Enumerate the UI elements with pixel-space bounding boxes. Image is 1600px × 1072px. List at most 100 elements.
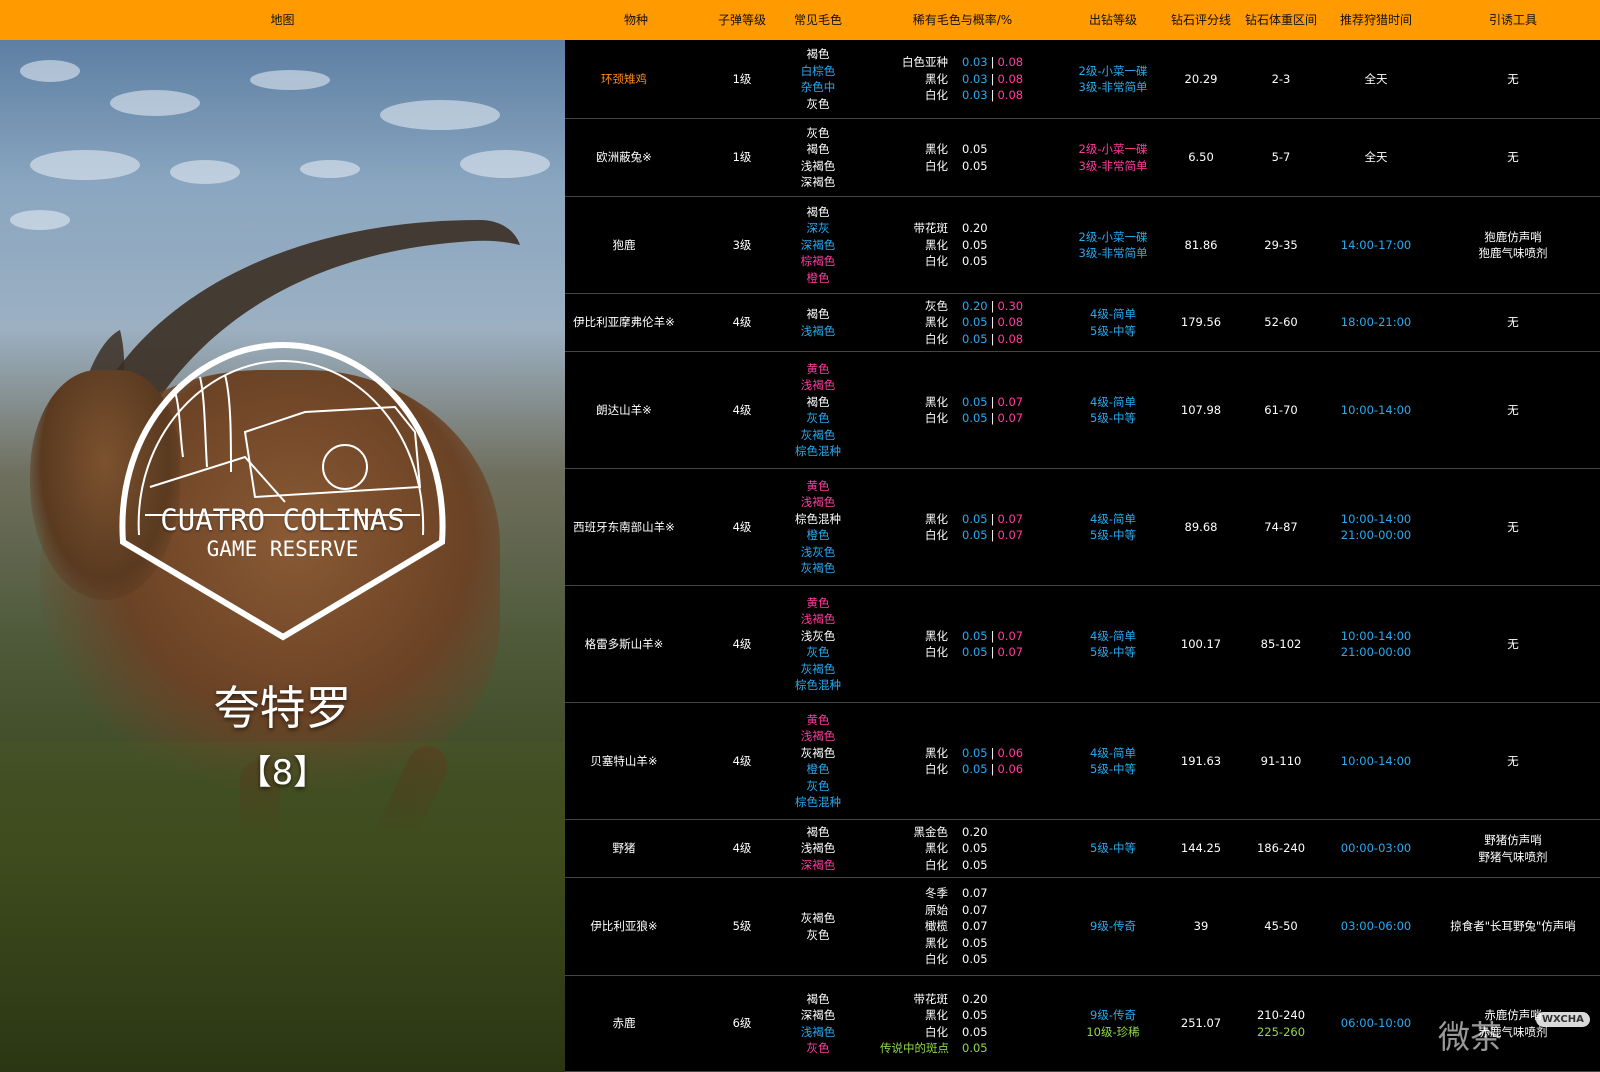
table-row: 贝塞特山羊※ 4级 黄色 浅褐色 灰褐色 橙色 灰色 棕色混种 黑化 0.05 | 0.06 白化 0.0…	[565, 703, 1600, 820]
rare-fur-values: 0.20 | 0.30	[962, 298, 1023, 315]
rare-fur-item: 白化 0.05 | 0.08	[880, 331, 1045, 348]
diamond-level: 4级-简单	[1090, 745, 1136, 760]
cell-weight: 186-240	[1241, 820, 1321, 877]
common-fur-item: 灰褐色	[800, 561, 836, 575]
common-fur-item: 黄色	[806, 595, 830, 610]
table-row: 朗达山羊※ 4级 黄色 浅褐色 褐色 灰色 灰褐色 棕色混种 黑化 0.05 | 0.07 白化 0.05…	[565, 352, 1600, 469]
header-hunt-time: 推荐狩猎时间	[1339, 13, 1412, 27]
value-separator: |	[990, 331, 995, 346]
rare-fur-name: 黑化	[925, 237, 948, 252]
rare-fur-values: 0.07	[962, 885, 988, 902]
cell-ammo: 4级	[706, 820, 778, 877]
cell-ammo: 6级	[706, 976, 778, 1071]
table-row: 环颈雉鸡 1级 褐色 白棕色 杂色中 灰色 白色亚种 0.03 | 0.08 黑化 0.03 | 0.08…	[565, 40, 1600, 119]
rare-fur-probability: 0.07	[962, 919, 988, 934]
cell-lure: 无	[1426, 703, 1600, 819]
diamond-score: 100.17	[1180, 636, 1222, 651]
cell-time: 18:00-21:00	[1326, 294, 1426, 351]
value-separator: |	[990, 88, 995, 103]
cell-weight: 91-110	[1241, 703, 1321, 819]
rare-fur-name: 黑化	[925, 142, 948, 156]
rare-fur-name: 白化	[925, 528, 948, 542]
rare-fur-name: 带花斑	[913, 221, 949, 236]
value-separator: |	[990, 745, 995, 760]
cell-ammo: 5级	[706, 878, 778, 975]
header-map: 地图	[270, 13, 295, 27]
rare-fur-probability: 0.07	[997, 511, 1024, 526]
rare-fur-values: 0.05	[962, 951, 988, 968]
header-common-fur: 常见毛色	[793, 13, 842, 27]
cell-rare: 带花斑 0.20 黑化 0.05 白化 0.05	[880, 197, 1045, 293]
cell-level: 4级-简单 5级-中等	[1065, 352, 1161, 468]
diamond-level: 10级-珍稀	[1086, 1024, 1140, 1039]
rare-fur-probability: 0.07	[997, 628, 1024, 643]
table-row: 伊比利亚摩弗伦羊※ 4级 褐色 浅褐色 灰色 0.20 | 0.30 黑化 0.05 | 0.08 白化…	[565, 294, 1600, 352]
map-species-count: 【8】	[237, 753, 328, 793]
rare-fur-probability: 0.05	[962, 1024, 988, 1039]
rare-fur-item: 白化 0.05 | 0.06	[880, 761, 1045, 778]
common-fur-item: 灰褐色	[800, 745, 836, 760]
rare-fur-values: 0.05	[962, 840, 988, 857]
ammo-level: 4级	[732, 315, 752, 330]
cell-species: 伊比利亚狼※	[571, 878, 677, 975]
diamond-weight: 61-70	[1264, 402, 1298, 417]
cell-level: 9级-传奇	[1065, 878, 1161, 975]
cell-time: 10:00-14:00 21:00-00:00	[1326, 469, 1426, 585]
cell-time: 00:00-03:00	[1326, 820, 1426, 877]
watermark: 微茶 WXCHA	[1438, 1004, 1590, 1064]
hunt-time: 10:00-14:00	[1340, 402, 1412, 417]
lure-tool: 无	[1507, 71, 1519, 86]
rare-fur-item: 黑金色 0.20	[880, 824, 1045, 841]
diamond-weight: 225-260	[1256, 1024, 1306, 1039]
rare-fur-item: 黑化 0.05 | 0.08	[880, 314, 1045, 331]
map-name: 夸特罗	[213, 681, 352, 735]
cell-lure: 无	[1426, 40, 1600, 118]
rare-fur-values: 0.20	[962, 220, 988, 237]
ammo-level: 4级	[732, 841, 752, 856]
common-fur-item: 浅褐色	[800, 378, 836, 392]
common-fur-item: 褐色	[806, 394, 830, 409]
diamond-weight: 186-240	[1256, 841, 1306, 856]
lure-tool: 野猪仿声哨	[1484, 833, 1542, 847]
cell-rare: 黑化 0.05 | 0.06 白化 0.05 | 0.06	[880, 703, 1045, 819]
diamond-level: 3级-非常简单	[1078, 80, 1148, 94]
rare-fur-name: 白化	[925, 411, 948, 425]
diamond-level: 2级-小菜一碟	[1078, 142, 1148, 156]
common-fur-item: 浅褐色	[800, 612, 836, 626]
cell-ammo: 3级	[706, 197, 778, 293]
rare-fur-values: 0.05	[962, 1007, 988, 1024]
diamond-score: 6.50	[1188, 150, 1214, 165]
common-fur-item: 棕色混种	[795, 511, 841, 526]
rare-fur-values: 0.05	[962, 857, 988, 874]
cell-rare: 黑化 0.05 白化 0.05	[880, 119, 1045, 196]
logo-subtitle: GAME RESERVE	[206, 537, 359, 561]
header-diamond-level: 出钻等级	[1088, 13, 1137, 27]
diamond-weight: 52-60	[1264, 315, 1298, 330]
ammo-level: 4级	[732, 753, 752, 768]
rare-fur-probability: 0.05	[962, 254, 988, 269]
rare-fur-probability: 0.05	[962, 841, 988, 856]
ammo-level: 1级	[732, 71, 752, 86]
rare-fur-item: 带花斑 0.20	[880, 220, 1045, 237]
cell-fur: 褐色 浅褐色 深褐色	[778, 820, 858, 877]
rare-fur-name: 黑化	[925, 315, 948, 330]
rare-fur-item: 白化 0.03 | 0.08	[880, 87, 1045, 104]
hunt-time: 10:00-14:00	[1340, 511, 1412, 526]
rare-fur-probability: 0.20	[962, 824, 988, 839]
diamond-score: 39	[1193, 919, 1209, 934]
value-separator: |	[990, 511, 995, 526]
cell-weight: 74-87	[1241, 469, 1321, 585]
cell-fur: 灰褐色 灰色	[778, 878, 858, 975]
rare-fur-values: 0.05 | 0.07	[962, 394, 1023, 411]
common-fur-item: 灰色	[806, 778, 830, 793]
cell-score: 20.29	[1161, 40, 1241, 118]
rare-fur-probability: 0.06	[997, 762, 1024, 776]
species-name: 贝塞特山羊※	[590, 753, 658, 768]
header-diamond-score: 钻石评分线	[1170, 13, 1231, 27]
diamond-weight: 74-87	[1264, 519, 1298, 534]
rare-fur-probability: 0.05	[962, 315, 988, 330]
diamond-level: 5级-中等	[1090, 411, 1136, 425]
diamond-weight: 85-102	[1260, 636, 1302, 651]
common-fur-item: 杂色中	[800, 80, 836, 94]
diamond-weight: 91-110	[1260, 753, 1302, 768]
